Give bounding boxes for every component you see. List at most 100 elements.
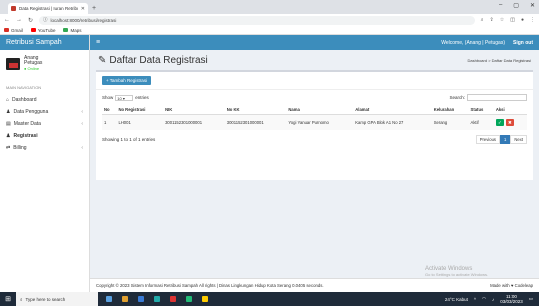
search-icon: ⌕ (20, 296, 23, 302)
page-title: Daftar Data Registrasi (109, 54, 208, 66)
chrome-icon[interactable] (202, 296, 208, 302)
vscode-icon[interactable] (186, 296, 192, 302)
profile-icon[interactable]: ● (521, 17, 524, 23)
bookmark-maps[interactable]: Maps (63, 28, 81, 33)
zoom-icon[interactable]: ⌕ (481, 17, 484, 23)
column-header[interactable]: No (102, 105, 117, 115)
page-1-button[interactable]: 1 (500, 135, 511, 144)
chevron-left-icon: ‹ (81, 109, 83, 115)
column-header[interactable]: Alamat (353, 105, 432, 115)
delete-button[interactable]: ✖ (505, 119, 514, 126)
database-icon: ▤ (6, 121, 11, 127)
main-content: ✎ Daftar Data Registrasi Dashboard > Daft… (90, 50, 539, 292)
reload-icon[interactable]: ↻ (28, 17, 33, 24)
registrasi-table: No No Registrasi NIK No KK Nama Alamat K… (102, 105, 527, 130)
clock-date: 03/03/2023 (500, 299, 523, 304)
sidebar-item-label: Data Pengguna (13, 109, 49, 115)
clock[interactable]: 11:00 03/03/2023 (500, 294, 523, 304)
close-window-icon[interactable]: ✕ (530, 2, 535, 9)
notification-icon[interactable]: ▭ (529, 296, 533, 302)
favicon-icon (11, 6, 16, 11)
share-icon[interactable]: ⇪ (490, 17, 494, 23)
new-tab-button[interactable]: + (92, 3, 96, 14)
cell-nama: Yogi Yanuar Purnomo (286, 114, 354, 130)
column-header[interactable]: No Registrasi (116, 105, 164, 115)
sidebar-item-dashboard[interactable]: ⌂ Dashboard (0, 94, 89, 106)
browser-tab[interactable]: Data Registrasi | Iuran Retribusi / Sa ✕ (8, 3, 88, 14)
sidebar-item-master-data[interactable]: ▤ Master Data ‹ (0, 118, 89, 130)
sidebar-item-data-pengguna[interactable]: ♟ Data Pengguna ‹ (0, 106, 89, 118)
column-header[interactable]: Status (468, 105, 494, 115)
back-icon[interactable]: ← (4, 17, 10, 23)
column-header[interactable]: Kelurahan (431, 105, 469, 115)
system-tray: 24°C Kabut ^ ◠ ♪ 11:00 03/03/2023 ▭ (445, 294, 539, 304)
made-with-text: Made with ♥ Codeleap (490, 283, 533, 288)
close-tab-icon[interactable]: ✕ (81, 6, 85, 12)
nav-header: MAIN NAVIGATION (6, 85, 42, 90)
sidebar-item-registrasi[interactable]: ♟ Registrasi (0, 130, 89, 142)
cell-alamat: Kamp GPA Blok A1 No 27 (353, 114, 432, 130)
tray-arrow-icon[interactable]: ^ (474, 297, 476, 302)
weather-text[interactable]: 24°C Kabut (445, 297, 468, 302)
task-view-icon[interactable] (106, 296, 112, 302)
column-header[interactable]: Aksi (493, 105, 527, 115)
column-header[interactable]: NIK (163, 105, 225, 115)
bookmark-label: Maps (70, 27, 82, 33)
volume-icon[interactable]: ♪ (492, 297, 494, 302)
app-icon[interactable] (170, 296, 176, 302)
dashboard-icon: ⌂ (6, 97, 10, 103)
top-navbar: ≡ Welcome, (Anang | Petugas) Sign out (90, 35, 539, 50)
sidebar-item-billing[interactable]: ⇄ Billing ‹ (0, 142, 89, 154)
tab-title: Data Registrasi | Iuran Retribusi / Sa (19, 6, 78, 11)
minimize-icon[interactable]: – (499, 2, 502, 9)
cell-kelurahan: Serang (431, 114, 469, 130)
network-icon[interactable]: ◠ (482, 296, 486, 302)
info-icon: ⓘ (43, 17, 48, 22)
add-registrasi-button[interactable]: + Tambah Registrasi (102, 76, 152, 85)
star-icon[interactable]: ☆ (500, 17, 504, 23)
chevron-left-icon: ‹ (81, 121, 83, 127)
cell-aksi: ✓ ✖ (493, 114, 527, 130)
maximize-icon[interactable]: ▢ (513, 2, 519, 9)
column-header[interactable]: Nama (286, 105, 354, 115)
page-footer: Copyright © 2023 Sistem Informasi Retrib… (90, 278, 539, 292)
forward-icon[interactable]: → (16, 17, 22, 23)
menu-icon[interactable]: ⋮ (530, 17, 535, 23)
taskbar-search-placeholder: Type here to search (25, 296, 66, 302)
column-header[interactable]: No KK (224, 105, 287, 115)
taskbar: ⊞ ⌕ Type here to search 24°C Kabut ^ ◠ ♪ … (0, 292, 539, 306)
sidebar-item-label: Billing (13, 145, 27, 151)
next-button[interactable]: Next (510, 135, 527, 144)
content-header: ✎ Daftar Data Registrasi Dashboard > Daft… (90, 50, 539, 70)
edge-icon[interactable] (138, 296, 144, 302)
previous-button[interactable]: Previous (475, 135, 501, 144)
windows-start-icon[interactable]: ⊞ (0, 295, 16, 303)
extensions-icon[interactable]: ◫ (510, 17, 515, 23)
hamburger-menu-icon[interactable]: ≡ (96, 39, 100, 46)
search-input[interactable] (467, 94, 527, 101)
search-label: Search: (449, 95, 465, 100)
cell-no: 1 (102, 114, 117, 130)
activate-windows-watermark: Activate Windows Go to Settings to activa… (425, 266, 488, 278)
bookmark-youtube[interactable]: YouTube (30, 28, 55, 33)
entries-info: Showing 1 to 1 of 1 entries (102, 137, 156, 142)
sign-out-link[interactable]: Sign out (513, 40, 533, 46)
welcome-text[interactable]: Welcome, (Anang | Petugas) (441, 40, 505, 46)
user-icon: ♟ (6, 109, 11, 115)
brand-logo[interactable]: Retribusi Sampah (0, 35, 89, 50)
bookmark-gmail[interactable]: Gmail (4, 28, 23, 33)
user-icon: ♟ (6, 133, 11, 139)
bookmark-label: Gmail (11, 27, 23, 33)
url-input[interactable]: ⓘ localhost:8000/retribusi/registrasi (39, 15, 475, 25)
edit-button[interactable]: ✓ (495, 119, 504, 126)
breadcrumb[interactable]: Dashboard > Daftar Data Registrasi (468, 58, 531, 63)
store-icon[interactable] (154, 296, 160, 302)
cell-nokk: 3001152301000001 (224, 114, 287, 130)
user-status: ● Online (24, 66, 40, 71)
table-row: 1 LH001 3001152301000001 300115230100000… (102, 114, 527, 130)
file-explorer-icon[interactable] (122, 296, 128, 302)
entries-select[interactable]: 10 ▾ (115, 94, 134, 101)
browser-tab-strip: Data Registrasi | Iuran Retribusi / Sa ✕… (0, 0, 539, 14)
cell-status: Aktif (468, 114, 494, 130)
taskbar-search-input[interactable]: ⌕ Type here to search (16, 292, 98, 306)
